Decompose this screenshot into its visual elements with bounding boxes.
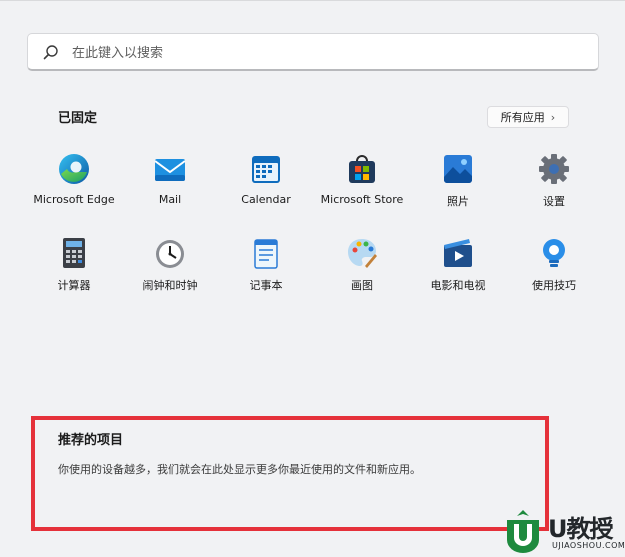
app-label: 记事本 bbox=[249, 279, 283, 292]
app-label: 使用技巧 bbox=[532, 279, 576, 292]
pinned-app-notepad[interactable]: 记事本 bbox=[216, 236, 316, 293]
app-label: Microsoft Store bbox=[320, 193, 404, 206]
tips-icon bbox=[543, 239, 565, 267]
app-label: 照片 bbox=[447, 195, 469, 208]
alarm-clock-icon bbox=[156, 240, 184, 268]
notepad-icon bbox=[254, 239, 278, 269]
paint-icon bbox=[348, 239, 377, 268]
pinned-heading: 已固定 bbox=[58, 111, 98, 126]
app-label: 计算器 bbox=[57, 279, 91, 292]
pinned-app-tips[interactable]: 使用技巧 bbox=[504, 236, 604, 293]
pinned-app-mail[interactable]: Mail bbox=[120, 152, 220, 206]
store-icon bbox=[349, 155, 375, 183]
pinned-app-calculator[interactable]: 计算器 bbox=[24, 236, 124, 293]
app-label: 画图 bbox=[351, 279, 373, 292]
pinned-app-settings[interactable]: 设置 bbox=[504, 152, 604, 209]
search-box[interactable] bbox=[27, 33, 599, 71]
settings-icon bbox=[539, 154, 569, 184]
all-apps-button[interactable]: 所有应用 › bbox=[487, 106, 569, 128]
edge-icon bbox=[59, 154, 89, 184]
pinned-app-alarm-clock[interactable]: 闹钟和时钟 bbox=[120, 236, 220, 293]
search-input[interactable] bbox=[70, 40, 574, 66]
app-label: Mail bbox=[158, 193, 182, 206]
watermark-logo-icon bbox=[507, 510, 539, 553]
app-label: Calendar bbox=[241, 193, 291, 206]
photos-icon bbox=[444, 155, 472, 183]
app-label: 设置 bbox=[543, 195, 565, 208]
mail-icon bbox=[154, 159, 186, 181]
pinned-app-movies-tv[interactable]: 电影和电视 bbox=[408, 236, 508, 293]
all-apps-label: 所有应用 bbox=[500, 111, 545, 124]
pinned-app-calendar[interactable]: Calendar bbox=[216, 152, 316, 206]
watermark-subtext: UJIAOSHOU.COM bbox=[552, 541, 625, 550]
pinned-app-paint[interactable]: 画图 bbox=[312, 236, 412, 293]
app-label: 电影和电视 bbox=[430, 279, 486, 292]
calculator-icon bbox=[63, 238, 85, 268]
watermark-text: U教授 bbox=[548, 515, 613, 543]
pinned-app-edge[interactable]: Microsoft Edge bbox=[24, 152, 124, 206]
search-icon bbox=[43, 45, 58, 60]
movies-tv-icon bbox=[444, 239, 472, 267]
calendar-icon bbox=[252, 156, 280, 183]
highlight-box bbox=[31, 416, 549, 531]
top-divider bbox=[0, 0, 625, 1]
app-label: 闹钟和时钟 bbox=[142, 279, 198, 292]
pinned-app-store[interactable]: Microsoft Store bbox=[312, 152, 412, 206]
pinned-app-photos[interactable]: 照片 bbox=[408, 152, 508, 209]
app-label: Microsoft Edge bbox=[33, 193, 115, 206]
chevron-right-icon: › bbox=[550, 110, 556, 124]
